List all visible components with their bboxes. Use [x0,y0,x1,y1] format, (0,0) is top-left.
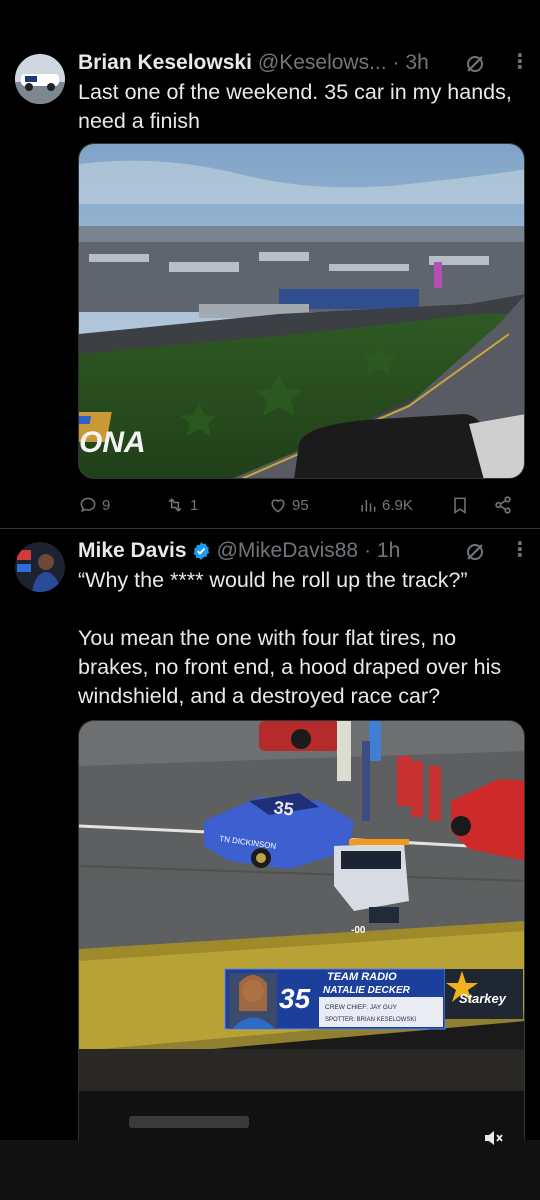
tweet-media-image[interactable]: ONA [78,143,525,479]
grok-icon[interactable] [465,542,485,562]
views-count: 6.9K [382,496,413,514]
views-button[interactable]: 6.9K [358,490,413,520]
reply-count: 9 [102,496,111,514]
tweet-time[interactable]: · 1h [364,539,400,563]
radio-spotter-text: SPOTTER: BRIAN KESELOWSKI [325,1017,416,1023]
tweet-time[interactable]: · 3h [393,51,429,75]
author-name[interactable]: Brian Keselowski [78,51,252,75]
tweet-header: Mike Davis @MikeDavis88 · 1h [78,536,526,566]
tweet-header: Brian Keselowski @Keselows... · 3h [78,48,526,78]
reply-button[interactable]: 9 [78,490,110,520]
truck-number-text: -00 [351,925,366,936]
tweet-actions: 9 1 95 6.9K [78,490,526,520]
more-options-icon[interactable]: ⋮ [510,540,530,560]
media-ona-text: ONA [79,426,146,459]
bottom-navigation-bar [0,1131,540,1200]
heart-icon [271,499,285,513]
grok-icon[interactable] [465,54,485,74]
more-options-icon[interactable]: ⋮ [510,52,530,72]
retweet-button[interactable]: 1 [164,490,198,520]
bookmark-icon[interactable] [450,490,470,520]
avatar[interactable] [15,542,65,592]
author-handle[interactable]: @MikeDavis88 [217,539,359,563]
like-button[interactable]: 95 [268,490,309,520]
retweet-count: 1 [190,496,199,514]
like-count: 95 [292,496,309,514]
radio-name-text: NATALIE DECKER [323,985,411,996]
starkey-logo-text: Starkey [459,991,507,1006]
tweet-mike-davis[interactable]: Mike Davis @MikeDavis88 · 1h ⋮ “Why the … [0,529,540,1140]
volume-icon[interactable] [482,1128,506,1148]
share-icon[interactable] [492,490,514,520]
radio-title-text: TEAM RADIO [327,971,397,983]
radio-crew-text: CREW CHIEF: JAY GUY [325,1004,398,1011]
author-name[interactable]: Mike Davis [78,539,187,563]
tweet-brian-keselowski[interactable]: Brian Keselowski @Keselows... · 3h ⋮ Las… [0,0,540,528]
tweet-media-image[interactable]: 35 TN DICKINSON -00 35 TEAM RADIO NATALI… [78,720,525,1140]
retweet-icon [168,498,182,512]
car-number-text: 35 [272,797,295,820]
verified-badge-icon [193,542,209,560]
views-icon [361,500,376,512]
tweet-text: “Why the **** would he roll up the track… [78,568,502,708]
tweet-text: Last one of the weekend. 35 car in my ha… [78,80,512,133]
overlay-number-text: 35 [279,983,311,1014]
author-handle[interactable]: @Keselows... [258,51,387,75]
avatar[interactable] [15,54,65,104]
reply-icon [80,497,96,513]
